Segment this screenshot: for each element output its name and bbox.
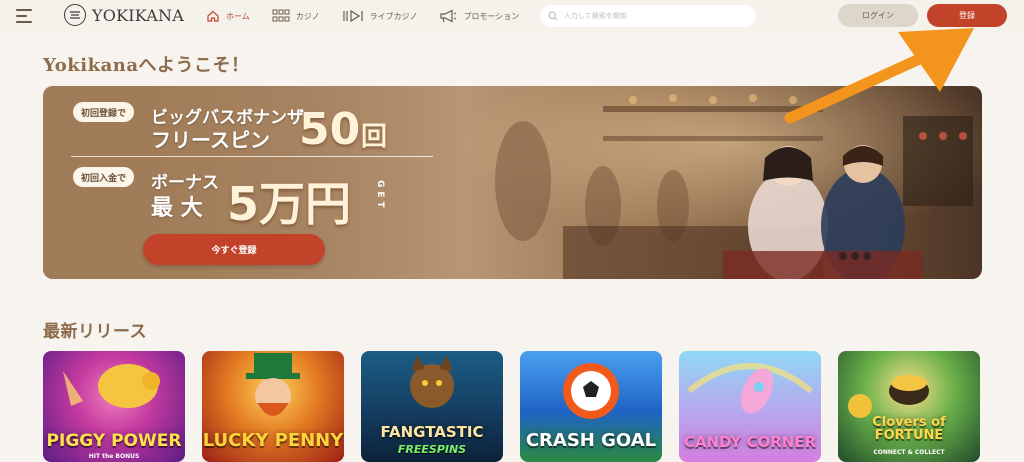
banner-freespin-count: 50 [299, 104, 361, 155]
banner-line-freespin: フリースピン [151, 128, 270, 152]
nav-live-casino-label: ライブカジノ [369, 11, 418, 21]
latest-games-row: PIGGY POWER HIT the BONUS LUCKY PENNY FA… [43, 351, 980, 462]
game-title: LUCKY PENNY [202, 430, 344, 451]
game-title: CRASH GOAL [525, 430, 657, 451]
megaphone-icon [440, 9, 457, 23]
welcome-heading: Yokikanaへようこそ！ [43, 55, 250, 76]
game-title: Clovers of FORTUNE [872, 415, 946, 443]
game-card-crash-goal[interactable]: CRASH GOAL [520, 351, 662, 462]
banner-divider [71, 156, 433, 157]
game-subtitle: HIT the BONUS [88, 453, 140, 460]
game-title: FANGTASTIC [380, 423, 484, 441]
nav-casino-label: カジノ [295, 11, 320, 21]
home-icon [207, 10, 219, 22]
latest-releases-heading: 最新リリース [43, 322, 148, 342]
game-subtitle: FREESPINS [397, 443, 467, 456]
game-card-fangtastic[interactable]: FANGTASTIC FREESPINS [361, 351, 503, 462]
pointer-arrow-icon [784, 28, 974, 124]
game-title: PIGGY POWER [46, 431, 182, 451]
search-bar[interactable] [540, 5, 756, 27]
game-card-candy-corner[interactable]: CANDY CORNER [679, 351, 821, 462]
banner-get-label: GET [375, 180, 385, 212]
banner-line-max: 最 大 [151, 196, 203, 221]
banner-bonus-amount: 5万円 [227, 177, 352, 231]
game-card-piggy-power[interactable]: PIGGY POWER HIT the BONUS [43, 351, 185, 462]
game-card-lucky-penny[interactable]: LUCKY PENNY [202, 351, 344, 462]
game-subtitle: CONNECT & COLLECT [873, 449, 945, 456]
hamburger-menu-icon[interactable] [16, 9, 32, 23]
game-title: CANDY CORNER [683, 433, 817, 451]
nav-promotions[interactable]: プロモーション [439, 9, 519, 23]
logo-emblem-icon [64, 4, 86, 26]
nav-home[interactable]: ホーム [206, 9, 250, 23]
nav-promotions-label: プロモーション [463, 11, 520, 21]
first-register-pill: 初回登録で [73, 102, 135, 122]
nav-home-label: ホーム [226, 11, 250, 21]
nav-live-casino[interactable]: ライブカジノ [342, 9, 418, 23]
nav-casino[interactable]: カジノ [272, 9, 320, 23]
main-nav: ホーム カジノ ライブカジノ プロモーション [206, 0, 541, 32]
grid-icon [272, 9, 290, 22]
logo-text: YOKIKANA [92, 5, 184, 25]
live-play-icon [343, 9, 363, 23]
register-now-button[interactable]: 今すぐ登録 [143, 234, 325, 265]
search-input[interactable] [564, 12, 744, 20]
logo[interactable]: YOKIKANA [64, 4, 184, 26]
game-card-clovers-of-fortune[interactable]: Clovers of FORTUNE CONNECT & COLLECT [838, 351, 980, 462]
first-deposit-pill: 初回入金で [73, 167, 135, 187]
banner-freespin-unit: 回 [361, 122, 388, 152]
clover-pot-icon [848, 375, 929, 418]
search-icon [548, 11, 558, 21]
